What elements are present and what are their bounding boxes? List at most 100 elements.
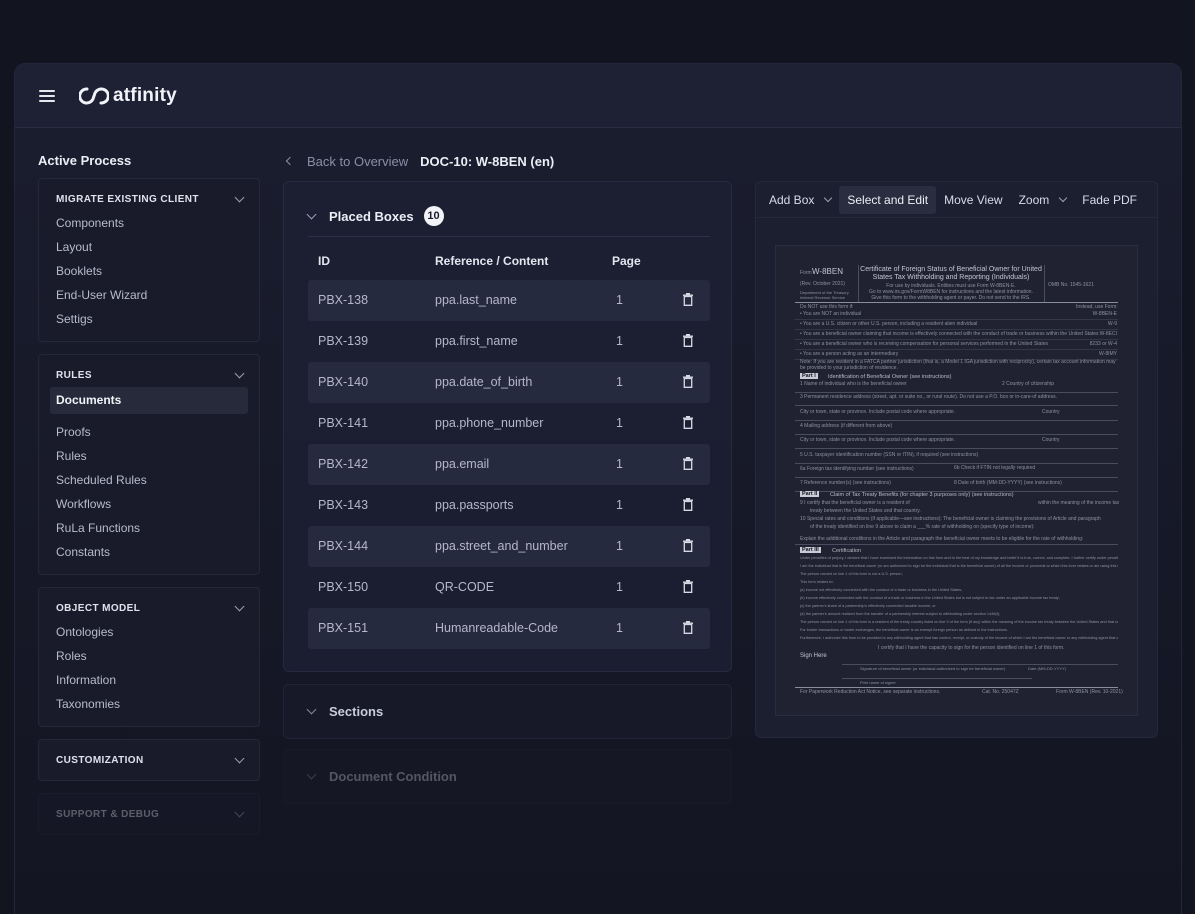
pdf-certification-line: This form relates to: — [800, 580, 834, 584]
page-title: DOC-10: W-8BEN (en) — [420, 153, 555, 169]
pdf-field-label: 7 Reference number(s) (see instructions) — [800, 480, 891, 486]
sidebar-item-end-user-wizard[interactable]: End-User Wizard — [39, 283, 259, 307]
table-row[interactable]: PBX-151 Humanreadable-Code 1 — [308, 608, 710, 649]
sidebar-group-header[interactable]: CUSTOMIZATION — [39, 752, 259, 768]
pdf-certification-line: For broker transactions or barter exchan… — [800, 628, 1008, 632]
box-reference: ppa.last_name — [435, 293, 518, 307]
table-row[interactable]: PBX-144 ppa.street_and_number 1 — [308, 526, 710, 567]
sidebar-group-header[interactable]: OBJECT MODEL — [39, 600, 259, 616]
box-reference: ppa.passports — [435, 498, 514, 512]
pdf-instead: Instead, use Form: — [1076, 304, 1118, 310]
select-and-edit-button[interactable]: Select and Edit — [839, 185, 937, 214]
sidebar-group-customization[interactable]: CUSTOMIZATION — [38, 739, 260, 781]
sidebar-item-rules[interactable]: Rules — [39, 444, 259, 468]
box-page: 1 — [616, 539, 623, 553]
table-row[interactable]: PBX-142 ppa.email 1 — [308, 444, 710, 485]
fade-pdf-button[interactable]: Fade PDF — [1074, 186, 1145, 214]
box-page: 1 — [616, 334, 623, 348]
pdf-certification-line: (c) the partner's share of a partnership… — [800, 604, 936, 608]
box-reference: ppa.first_name — [435, 334, 518, 348]
box-page: 1 — [616, 457, 623, 471]
sidebar-item-layout[interactable]: Layout — [39, 235, 259, 259]
sidebar-item-documents[interactable]: Documents — [50, 387, 248, 414]
sidebar-group-header[interactable]: MIGRATE EXISTING CLIENT — [39, 191, 259, 207]
pdf-part-2-label: Part II — [800, 491, 820, 497]
table-row[interactable]: PBX-138 ppa.last_name 1 — [308, 280, 710, 321]
pdf-rule — [1044, 265, 1045, 302]
box-id: PBX-139 — [318, 334, 369, 348]
logo[interactable]: atfinity — [79, 85, 177, 107]
trash-icon[interactable] — [683, 416, 693, 429]
sidebar-item-components[interactable]: Components — [39, 211, 259, 235]
zoom-button[interactable]: Zoom — [1011, 186, 1075, 214]
box-page: 1 — [616, 580, 623, 594]
pdf-field-label: 4 Mailing address (if different from abo… — [800, 423, 893, 429]
pdf-rule — [795, 349, 1118, 350]
pdf-note: Note: If you are resident in a FATCA par… — [800, 359, 1116, 371]
chevron-down-icon — [1059, 193, 1068, 203]
trash-icon[interactable] — [683, 498, 693, 511]
trash-icon[interactable] — [683, 539, 693, 552]
pdf-rule — [795, 477, 1118, 478]
box-id: PBX-140 — [318, 375, 369, 389]
hamburger-menu-icon[interactable] — [39, 89, 55, 102]
table-row[interactable]: PBX-140 ppa.date_of_birth 1 — [308, 362, 710, 403]
pdf-treaty-line: treaty between the United States and tha… — [810, 508, 921, 514]
trash-icon[interactable] — [683, 621, 693, 634]
trash-icon[interactable] — [683, 334, 693, 347]
add-box-button[interactable]: Add Box — [761, 186, 839, 214]
trash-icon[interactable] — [683, 457, 693, 470]
pdf-viewer: Add Box Select and Edit Move View Zoom F… — [755, 181, 1158, 738]
sections-panel[interactable]: Sections — [283, 684, 732, 739]
pdf-field-label: 6a Foreign tax identifying number (see i… — [800, 466, 914, 472]
move-view-button[interactable]: Move View — [936, 186, 1010, 214]
sidebar-item-ontologies[interactable]: Ontologies — [39, 620, 259, 644]
trash-icon[interactable] — [683, 293, 693, 306]
pdf-page[interactable]: Form W-8BEN (Rev. October 2021) Departme… — [775, 245, 1138, 716]
pdf-bullet: • You are a person acting as an intermed… — [800, 351, 899, 357]
pdf-field-8: 8 Date of birth (MM-DD-YYYY) (see instru… — [954, 480, 1062, 486]
count-badge: 10 — [423, 206, 444, 226]
pdf-field-label: City or town, state or province. Include… — [800, 437, 956, 443]
sidebar-item-booklets[interactable]: Booklets — [39, 259, 259, 283]
sidebar-item-settings[interactable]: Settigs — [39, 307, 259, 331]
chevron-left-icon — [285, 156, 295, 166]
back-to-overview-link[interactable]: Back to Overview — [285, 154, 408, 169]
pdf-title-1: Certificate of Foreign Status of Benefic… — [860, 266, 1042, 273]
chevron-down-icon — [234, 368, 245, 378]
table-row[interactable]: PBX-141 ppa.phone_number 1 — [308, 403, 710, 444]
table-row[interactable]: PBX-143 ppa.passports 1 — [308, 485, 710, 526]
sidebar-item-taxonomies[interactable]: Taxonomies — [39, 692, 259, 716]
sidebar-item-roles[interactable]: Roles — [39, 644, 259, 668]
sidebar-item-scheduled-rules[interactable]: Scheduled Rules — [39, 468, 259, 492]
pdf-rule — [795, 339, 1118, 340]
document-condition-panel[interactable]: Document Condition — [283, 749, 732, 804]
table-header: ID Reference / Content Page — [318, 254, 710, 270]
sidebar-group-header[interactable]: SUPPORT & DEBUG — [39, 806, 259, 822]
sidebar-group-support-debug[interactable]: SUPPORT & DEBUG — [38, 793, 260, 835]
trash-icon[interactable] — [683, 580, 693, 593]
trash-icon[interactable] — [683, 375, 693, 388]
table-row[interactable]: PBX-150 QR-CODE 1 — [308, 567, 710, 608]
sidebar-group-header[interactable]: RULES — [39, 367, 259, 383]
pdf-country: Country — [1042, 437, 1060, 443]
chevron-down-icon — [234, 601, 245, 611]
pdf-dept: Department of the Treasury Internal Reve… — [800, 290, 849, 300]
sidebar-group-rules: RULES Documents Proofs Rules Scheduled R… — [38, 354, 260, 575]
column-header-reference: Reference / Content — [435, 254, 549, 268]
pdf-rule — [795, 463, 1118, 464]
sidebar-item-information[interactable]: Information — [39, 668, 259, 692]
sidebar-item-rula-functions[interactable]: RuLa Functions — [39, 516, 259, 540]
sidebar-item-constants[interactable]: Constants — [39, 540, 259, 564]
pdf-alt-form: W-8IMY — [1099, 351, 1117, 357]
pdf-rule — [795, 302, 1118, 303]
sidebar-item-workflows[interactable]: Workflows — [39, 492, 259, 516]
pdf-certify-box: I certify that I have the capacity to si… — [878, 645, 1065, 651]
pdf-certification-line: (a) income not effectively connected wit… — [800, 588, 963, 592]
sidebar-item-proofs[interactable]: Proofs — [39, 420, 259, 444]
table-row[interactable]: PBX-139 ppa.first_name 1 — [308, 321, 710, 362]
pdf-print-name: Print name of signer — [860, 680, 896, 685]
pdf-treaty-line: 9 I certify that the beneficial owner is… — [800, 500, 910, 506]
pdf-alt-form: W-9 — [1107, 321, 1117, 327]
placed-boxes-header[interactable]: Placed Boxes 10 — [306, 206, 444, 226]
